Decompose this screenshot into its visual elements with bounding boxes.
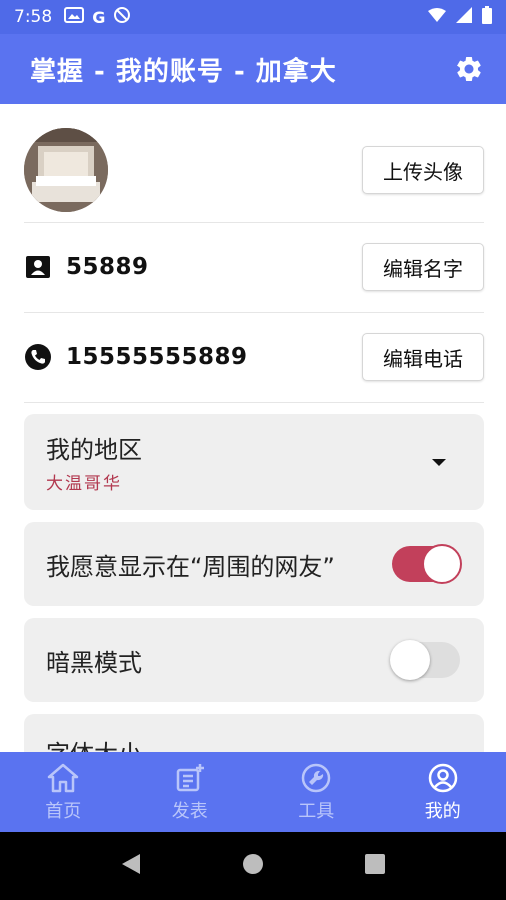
wrench-icon (299, 761, 333, 795)
phone-value: 15555555889 (66, 344, 248, 370)
phone-icon (24, 343, 52, 371)
status-notification-icons: G (64, 6, 131, 29)
nav-item-tools[interactable]: 工具 (253, 752, 380, 832)
page-title: 掌握 - 我的账号 - 加拿大 (30, 56, 337, 87)
home-icon (46, 761, 80, 795)
avatar-image (24, 128, 108, 212)
gear-icon (456, 56, 481, 81)
dark-mode-label: 暗黑模式 (46, 648, 142, 677)
name-row: 55889 编辑名字 (24, 242, 484, 292)
dark-mode-setting: 暗黑模式 (24, 618, 484, 702)
divider (24, 402, 484, 403)
nav-item-account[interactable]: 我的 (380, 752, 506, 832)
home-circle-icon[interactable] (241, 852, 265, 880)
status-system-icons (428, 5, 492, 29)
visibility-setting: 我愿意显示在“周围的网友” (24, 522, 484, 606)
avatar[interactable] (24, 128, 108, 212)
do-not-disturb-icon (113, 6, 131, 29)
back-icon[interactable] (120, 852, 142, 880)
nav-item-post[interactable]: 发表 (127, 752, 254, 832)
visibility-label: 我愿意显示在“周围的网友” (46, 552, 335, 581)
upload-avatar-button[interactable]: 上传头像 (362, 146, 484, 194)
font-size-label: 字体大小 (46, 734, 142, 752)
google-icon: G (92, 7, 106, 27)
divider (24, 222, 484, 223)
signal-icon (456, 6, 472, 28)
contact-card-icon (24, 253, 52, 281)
post-icon (173, 761, 207, 795)
app-bar: 掌握 - 我的账号 - 加拿大 (0, 34, 506, 104)
nav-label: 工具 (298, 801, 335, 822)
phone-row: 15555555889 编辑电话 (24, 332, 484, 382)
dark-mode-toggle[interactable] (390, 638, 462, 682)
region-label: 我的地区 (46, 436, 142, 464)
region-text: 我的地区 大温哥华 (46, 430, 142, 494)
font-size-setting[interactable]: 字体大小 (24, 714, 484, 752)
recents-icon[interactable] (364, 853, 386, 879)
nav-item-home[interactable]: 首页 (0, 752, 127, 832)
bottom-nav: 首页 发表 工具 我的 (0, 752, 506, 832)
battery-icon (482, 5, 492, 29)
nav-label: 首页 (45, 801, 82, 822)
account-icon (426, 761, 460, 795)
region-select[interactable]: 我的地区 大温哥华 (24, 414, 484, 510)
toggle-thumb (390, 640, 430, 680)
name-value: 55889 (66, 254, 149, 280)
status-time: 7:58 (14, 7, 53, 27)
divider (24, 312, 484, 313)
region-value: 大温哥华 (46, 474, 122, 494)
gallery-icon (64, 6, 85, 28)
wifi-icon (428, 7, 446, 27)
settings-button[interactable] (452, 52, 486, 86)
system-nav-bar (0, 832, 506, 900)
nav-label: 我的 (424, 801, 461, 822)
dropdown-arrow-icon (432, 458, 446, 466)
status-bar: 7:58 G (0, 0, 506, 34)
nav-label: 发表 (171, 801, 208, 822)
avatar-row: 上传头像 (24, 126, 484, 214)
edit-name-button[interactable]: 编辑名字 (362, 243, 484, 291)
account-content: 上传头像 55889 编辑名字 15555555889 编辑电话 我的地区 大温… (0, 104, 506, 752)
edit-phone-button[interactable]: 编辑电话 (362, 333, 484, 381)
toggle-thumb (422, 544, 462, 584)
visibility-toggle[interactable] (390, 542, 462, 586)
